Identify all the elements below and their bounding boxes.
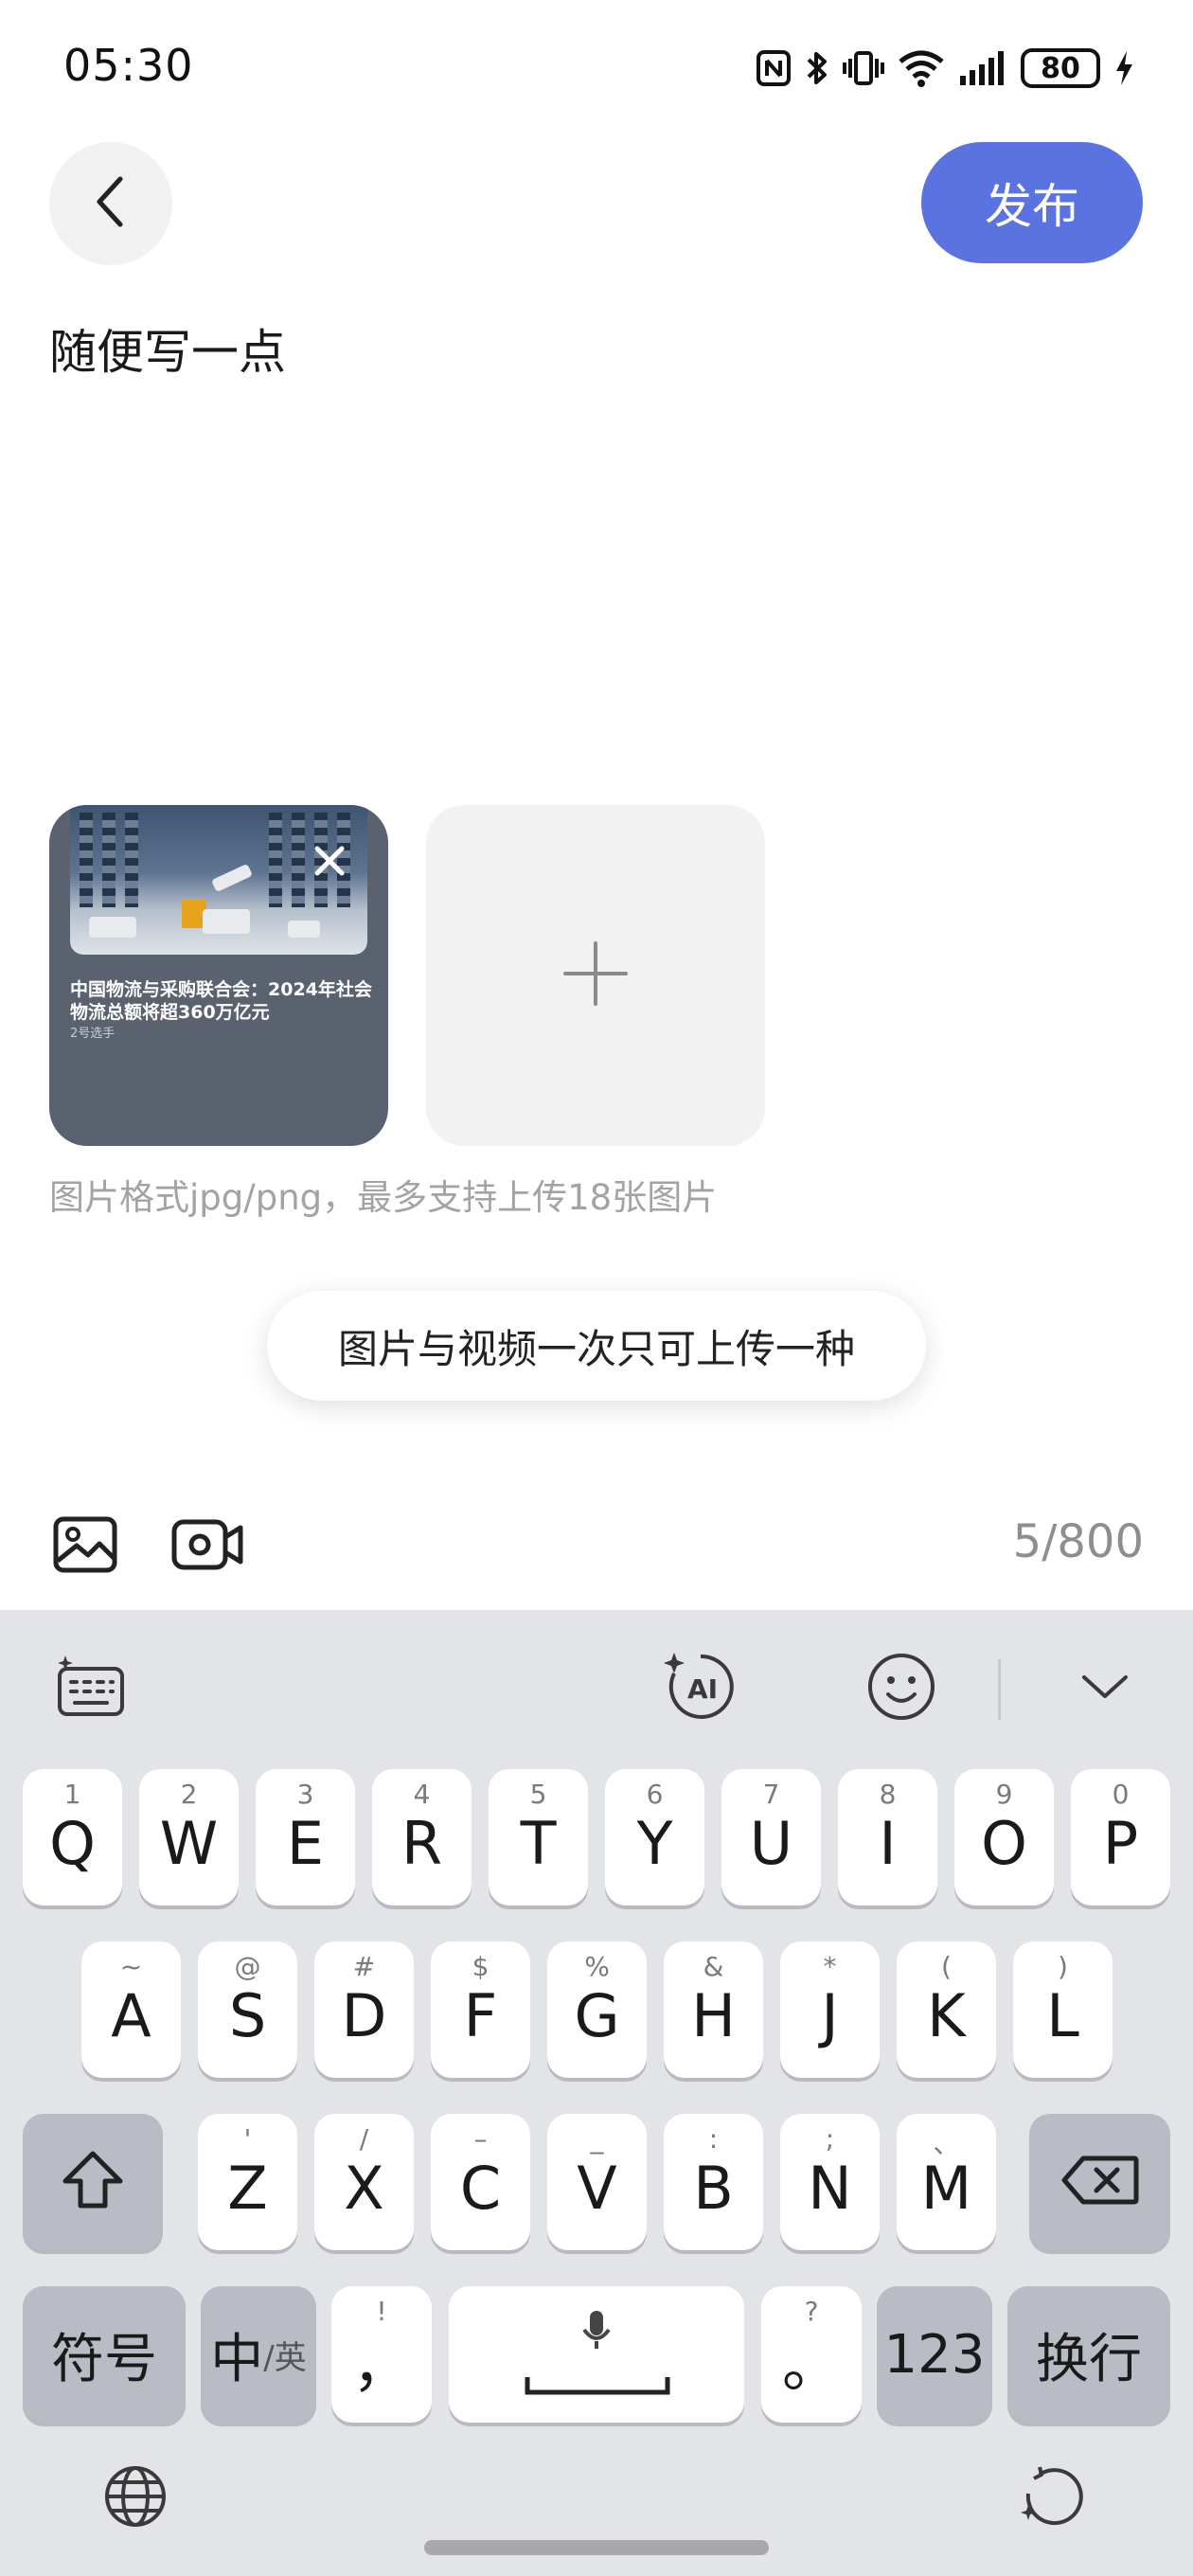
- switch-keyboard-button[interactable]: [93, 2456, 178, 2541]
- key-x[interactable]: / X: [314, 2114, 414, 2250]
- key-v[interactable]: _ V: [547, 2114, 647, 2250]
- backspace-key[interactable]: [1029, 2114, 1170, 2250]
- image-icon: [52, 1515, 118, 1578]
- key-e[interactable]: 3E: [256, 1769, 355, 1905]
- keyboard-toolbar: AI: [0, 1610, 1193, 1771]
- language-switch-key[interactable]: 中/英: [201, 2286, 316, 2423]
- key-c[interactable]: – C: [431, 2114, 530, 2250]
- collapse-keyboard-button[interactable]: [1062, 1646, 1148, 1731]
- enter-key[interactable]: 换行: [1007, 2286, 1170, 2423]
- key-f[interactable]: $ F: [431, 1941, 530, 2078]
- key-s[interactable]: @ S: [198, 1941, 297, 2078]
- rotate-icon: [1021, 2463, 1087, 2533]
- space-bar-icon: [525, 2375, 670, 2400]
- key-o[interactable]: 9O: [954, 1769, 1054, 1905]
- emoji-button[interactable]: [859, 1646, 944, 1731]
- toast-message: 图片与视频一次只可上传一种: [267, 1291, 926, 1401]
- symbols-key[interactable]: 符号: [23, 2286, 186, 2423]
- keyboard-settings-button[interactable]: [47, 1646, 133, 1731]
- status-bar: 05:30 80: [0, 0, 1193, 133]
- collapse-keyboard-icon: [1080, 1672, 1130, 1706]
- key-r[interactable]: 4R: [372, 1769, 472, 1905]
- key-m[interactable]: 、 M: [897, 2114, 996, 2250]
- character-count: 5/800: [1012, 1515, 1144, 1568]
- image-upload-hint: 图片格式jpg/png，最多支持上传18张图片: [49, 1177, 718, 1218]
- key-g[interactable]: % G: [547, 1941, 647, 2078]
- charging-icon: [1113, 49, 1134, 87]
- key-b[interactable]: :B: [664, 2114, 763, 2250]
- key-w[interactable]: 2W: [139, 1769, 239, 1905]
- backspace-icon: [1060, 2155, 1140, 2209]
- key-i[interactable]: 8I: [838, 1769, 937, 1905]
- add-image-button[interactable]: [426, 805, 765, 1146]
- thumbnail-title: 中国物流与采购联合会：2024年社会物流总额将超360万亿元: [70, 979, 372, 1023]
- battery-level: 80: [1041, 51, 1080, 85]
- battery-icon: 80: [1021, 48, 1100, 88]
- vibrate-icon: [843, 49, 884, 87]
- emoji-icon: [865, 1651, 937, 1726]
- rotate-keyboard-button[interactable]: [1011, 2456, 1096, 2541]
- ai-icon: AI: [663, 1649, 739, 1728]
- ai-assistant-button[interactable]: AI: [658, 1646, 743, 1731]
- wifi-icon: [898, 49, 945, 87]
- key-l[interactable]: ) L: [1013, 1941, 1113, 2078]
- publish-button[interactable]: 发布: [921, 142, 1143, 263]
- key-z[interactable]: ' Z: [198, 2114, 297, 2250]
- plus-icon: [562, 940, 629, 1011]
- key-a[interactable]: ~ A: [81, 1941, 181, 2078]
- key-q[interactable]: 1Q: [23, 1769, 122, 1905]
- signal-icon: [958, 49, 1007, 87]
- key-n[interactable]: ; N: [780, 2114, 880, 2250]
- close-icon: [312, 844, 347, 882]
- content-input[interactable]: [49, 314, 1138, 712]
- svg-text:AI: AI: [687, 1673, 718, 1705]
- toolbar-divider: [998, 1659, 1001, 1720]
- key-y[interactable]: 6Y: [605, 1769, 704, 1905]
- shift-icon: [60, 2149, 126, 2215]
- keyboard-settings-icon: [52, 1654, 128, 1724]
- video-camera-icon: [170, 1516, 246, 1577]
- key-k[interactable]: (K: [897, 1941, 996, 2078]
- key-j[interactable]: * J: [780, 1941, 880, 2078]
- space-key[interactable]: [449, 2286, 744, 2423]
- back-button[interactable]: [49, 142, 172, 265]
- remove-image-button[interactable]: [305, 838, 354, 887]
- home-indicator[interactable]: [424, 2540, 769, 2555]
- key-p[interactable]: 0P: [1071, 1769, 1170, 1905]
- status-time: 05:30: [63, 40, 194, 91]
- status-icons: 80: [756, 45, 1134, 91]
- thumbnail-source: 2号选手: [70, 1027, 116, 1041]
- globe-icon: [102, 2463, 169, 2533]
- comma-key[interactable]: !，: [331, 2286, 432, 2423]
- media-toolbar: 5/800: [0, 1496, 1193, 1591]
- shift-key[interactable]: [23, 2114, 163, 2250]
- microphone-icon: [581, 2309, 612, 2354]
- period-key[interactable]: ?。: [761, 2286, 862, 2423]
- numbers-key[interactable]: 123: [877, 2286, 992, 2423]
- chevron-left-icon: [92, 173, 130, 234]
- key-d[interactable]: # D: [314, 1941, 414, 2078]
- keyboard: AI 1Q 2W 3E 4R 5T 6Y 7U 8I 9O 0P ~ A @ S #…: [0, 1610, 1193, 2576]
- key-h[interactable]: & H: [664, 1941, 763, 2078]
- key-u[interactable]: 7U: [721, 1769, 821, 1905]
- insert-image-button[interactable]: [47, 1513, 123, 1580]
- nfc-icon: [756, 49, 792, 87]
- uploaded-image-thumbnail[interactable]: 中国物流与采购联合会：2024年社会物流总额将超360万亿元 2号选手: [49, 805, 388, 1146]
- insert-video-button[interactable]: [170, 1513, 246, 1580]
- bluetooth-icon: [805, 48, 829, 88]
- key-t[interactable]: 5T: [489, 1769, 588, 1905]
